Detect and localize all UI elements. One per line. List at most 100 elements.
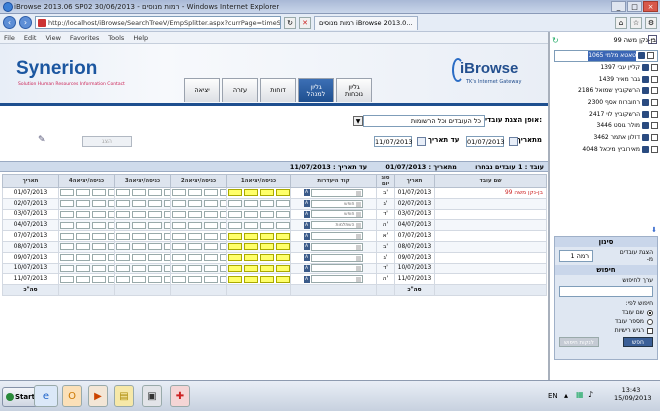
absence-info-icon[interactable]: A <box>303 221 310 229</box>
absence-code-select[interactable] <box>311 264 364 273</box>
time-entry-field[interactable] <box>148 210 162 218</box>
menu-file[interactable]: File <box>4 32 15 43</box>
absence-code-select[interactable]: חופש <box>311 210 364 219</box>
time-entry-field[interactable] <box>60 275 74 283</box>
time-entry-field[interactable] <box>220 275 226 283</box>
time-entry-field[interactable] <box>148 232 162 240</box>
network-icon[interactable]: ▦ <box>576 390 584 399</box>
maximize-button[interactable]: □ <box>627 1 642 12</box>
time-entry-field[interactable] <box>76 232 90 240</box>
time-entry-field[interactable] <box>132 232 146 240</box>
time-entry-field[interactable] <box>244 264 258 272</box>
time-entry-field[interactable] <box>76 189 90 197</box>
time-entry-field[interactable] <box>276 221 290 229</box>
time-entry-field[interactable] <box>92 221 106 229</box>
time-entry-field[interactable] <box>204 275 218 283</box>
tree-item-checkbox[interactable] <box>647 52 654 60</box>
time-entry-field[interactable] <box>220 254 226 262</box>
time-entry-field[interactable] <box>276 264 290 272</box>
time-entry-field[interactable] <box>276 275 290 283</box>
absence-info-icon[interactable]: A <box>303 189 310 197</box>
time-entry-field[interactable] <box>164 254 170 262</box>
time-entry-field[interactable] <box>60 200 74 208</box>
time-entry-field[interactable] <box>172 275 186 283</box>
tree-item-checkbox[interactable] <box>651 75 658 83</box>
time-entry-field[interactable] <box>276 189 290 197</box>
time-entry-field[interactable] <box>228 232 242 240</box>
stop-icon[interactable]: ✕ <box>299 16 311 29</box>
time-entry-field[interactable] <box>244 275 258 283</box>
tray-arrow-icon[interactable]: ▴ <box>564 391 568 400</box>
time-entry-field[interactable] <box>108 221 114 229</box>
time-entry-field[interactable] <box>244 243 258 251</box>
time-entry-field[interactable] <box>76 254 90 262</box>
absence-code-select[interactable] <box>311 253 364 262</box>
absence-code-select[interactable] <box>311 275 364 284</box>
time-entry-field[interactable] <box>148 243 162 251</box>
time-entry-field[interactable] <box>188 189 202 197</box>
time-entry-field[interactable] <box>276 200 290 208</box>
time-entry-field[interactable] <box>188 210 202 218</box>
time-entry-field[interactable] <box>76 210 90 218</box>
time-entry-field[interactable] <box>188 275 202 283</box>
time-entry-field[interactable] <box>92 210 106 218</box>
tree-item-checkbox[interactable] <box>651 122 658 130</box>
time-entry-field[interactable] <box>132 275 146 283</box>
tab-exit[interactable]: יציאה <box>184 78 220 102</box>
time-entry-field[interactable] <box>260 210 274 218</box>
time-entry-field[interactable] <box>108 264 114 272</box>
time-entry-field[interactable] <box>60 264 74 272</box>
time-entry-field[interactable] <box>188 254 202 262</box>
time-entry-field[interactable] <box>188 200 202 208</box>
time-entry-field[interactable] <box>132 210 146 218</box>
time-entry-field[interactable] <box>220 189 226 197</box>
time-entry-field[interactable] <box>204 254 218 262</box>
time-entry-field[interactable] <box>260 200 274 208</box>
menu-help[interactable]: Help <box>133 32 148 43</box>
time-entry-field[interactable] <box>260 264 274 272</box>
tree-item[interactable]: טאטא מלמי 1065 <box>554 50 658 62</box>
time-entry-field[interactable] <box>148 221 162 229</box>
absence-info-icon[interactable]: A <box>303 275 310 283</box>
time-entry-field[interactable] <box>164 210 170 218</box>
time-entry-field[interactable] <box>164 275 170 283</box>
explorer-taskbar-icon[interactable]: ▤ <box>114 385 134 407</box>
search-button[interactable]: חפש <box>623 337 653 347</box>
url-input[interactable]: http://localhost/iBrowse/SearchTreeV/Emp… <box>35 16 281 29</box>
absence-code-select[interactable]: השתלמות <box>311 221 364 230</box>
refresh-icon[interactable]: ↻ <box>284 16 296 29</box>
time-entry-field[interactable] <box>260 189 274 197</box>
ie-taskbar-icon[interactable]: e <box>34 385 58 407</box>
time-entry-field[interactable] <box>244 221 258 229</box>
time-entry-field[interactable] <box>92 243 106 251</box>
time-entry-field[interactable] <box>244 254 258 262</box>
media-player-taskbar-icon[interactable]: ▶ <box>88 385 108 407</box>
time-entry-field[interactable] <box>220 243 226 251</box>
time-entry-field[interactable] <box>92 189 106 197</box>
from-date-input[interactable]: 01/07/2013 <box>466 136 504 147</box>
time-entry-field[interactable] <box>116 221 130 229</box>
time-entry-field[interactable] <box>108 275 114 283</box>
time-entry-field[interactable] <box>172 200 186 208</box>
tree-item[interactable]: גבר מאיר 1439 <box>554 73 658 85</box>
time-entry-field[interactable] <box>172 264 186 272</box>
time-entry-field[interactable] <box>92 275 106 283</box>
tree-root[interactable]: בן-נקן משה 99 <box>552 36 656 44</box>
radio-employee-number[interactable] <box>647 318 653 325</box>
time-entry-field[interactable] <box>188 232 202 240</box>
menu-view[interactable]: View <box>45 32 60 43</box>
time-entry-field[interactable] <box>108 189 114 197</box>
time-entry-field[interactable] <box>60 232 74 240</box>
time-entry-field[interactable] <box>172 210 186 218</box>
time-entry-field[interactable] <box>228 189 242 197</box>
time-entry-field[interactable] <box>188 221 202 229</box>
time-entry-field[interactable] <box>188 264 202 272</box>
show-button[interactable]: הצג <box>82 136 132 147</box>
time-entry-field[interactable] <box>260 221 274 229</box>
time-entry-field[interactable] <box>108 200 114 208</box>
time-entry-field[interactable] <box>116 189 130 197</box>
employee-name-cell[interactable]: 99 בן-נקן משה <box>434 187 547 199</box>
view-mode-select[interactable]: כל העובדים וכל הרשומות <box>363 115 485 127</box>
absence-code-select[interactable]: חופש <box>311 199 364 208</box>
time-entry-field[interactable] <box>116 254 130 262</box>
